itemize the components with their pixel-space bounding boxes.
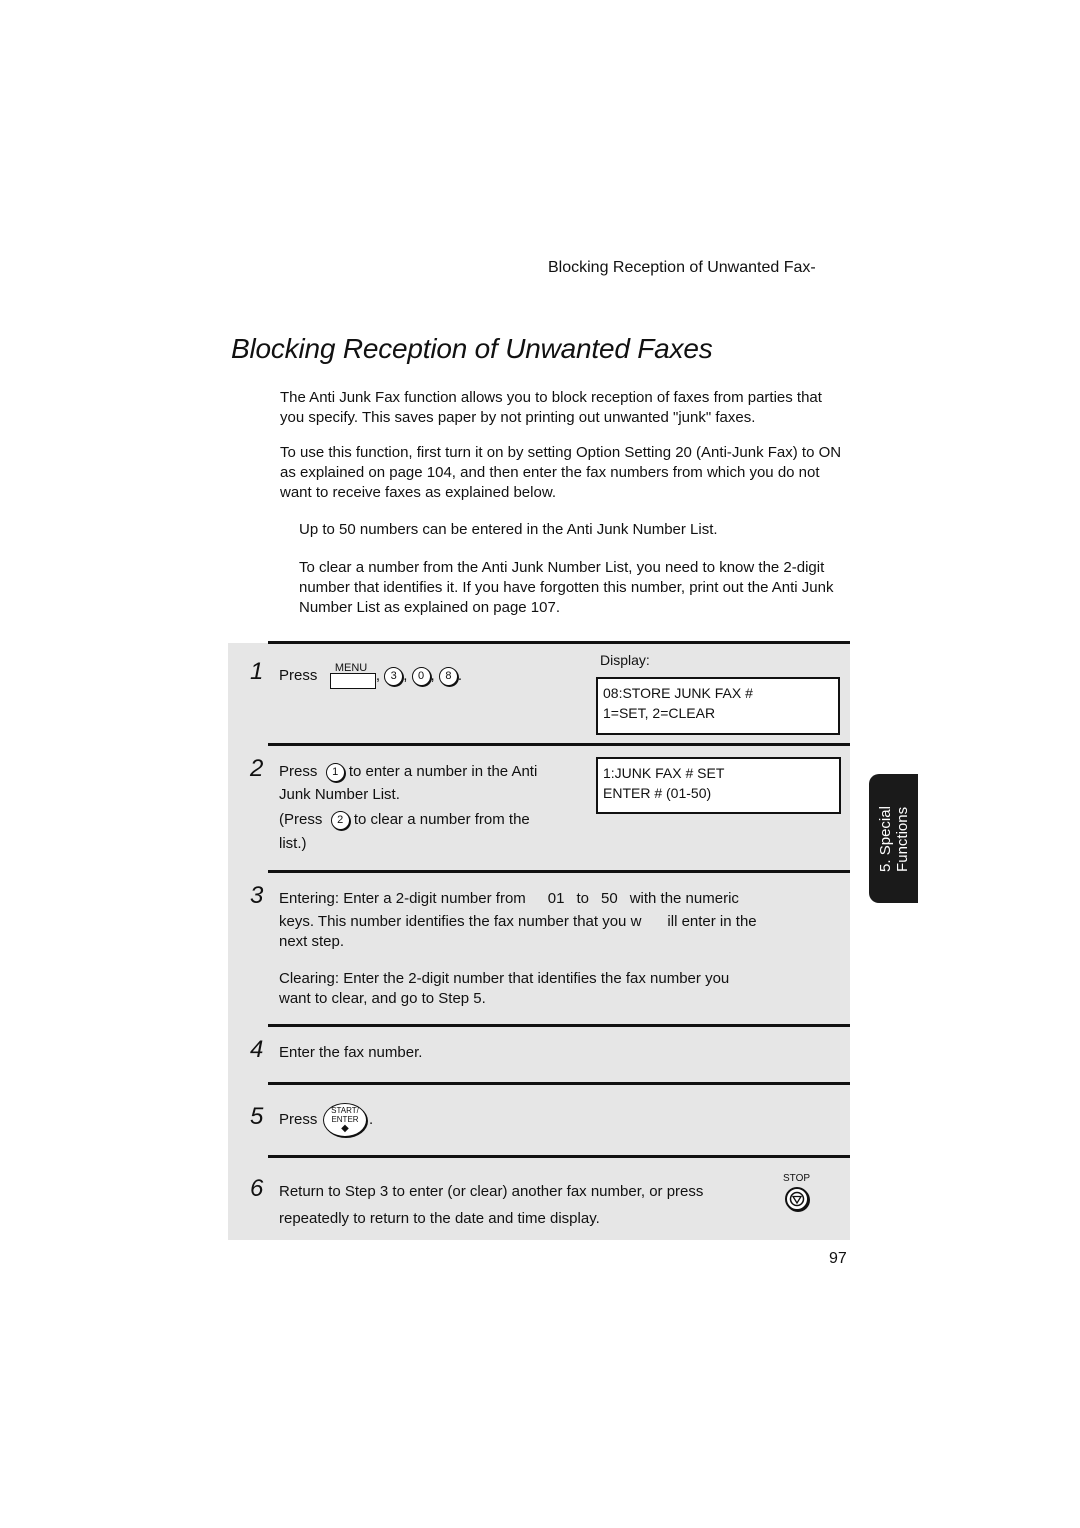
step-6-line-2: repeatedly to return to the date and tim…: [279, 1210, 600, 1227]
step-3-line-1: Entering: Enter a 2-digit number from 01 t…: [279, 888, 739, 910]
note-2: To clear a number from the Anti Junk Num…: [299, 559, 834, 616]
press-label: Press: [279, 763, 318, 780]
step-2-text-b: to clear a number from the: [353, 811, 530, 828]
step-number-3: 3: [250, 882, 264, 909]
text: with the numeric: [629, 890, 739, 907]
step-3-line-2: keys. This number identifies the fax num…: [279, 911, 757, 933]
step-3-line-3: next step.: [279, 933, 345, 950]
text: ill enter in the: [667, 913, 757, 930]
period: .: [457, 666, 463, 684]
step-3-line-4: Clearing: Enter the 2-digit number that …: [279, 970, 730, 987]
press-label: (Press: [279, 811, 323, 828]
stop-icon: [789, 1191, 805, 1207]
start-label: START/: [331, 1106, 359, 1115]
page-number: 97: [829, 1250, 847, 1267]
period: .: [369, 1111, 374, 1128]
intro-paragraph-1: The Anti Junk Fax function allows you to…: [280, 389, 822, 426]
step-2-text-a: to enter a number in the Anti: [348, 763, 538, 780]
text: Entering: Enter a 2-digit number from: [279, 890, 526, 907]
divider: [268, 1082, 850, 1085]
step-number-4: 4: [250, 1036, 264, 1063]
lcd-line-2: 1=SET, 2=CLEAR: [603, 705, 716, 721]
key-2: 2: [330, 810, 350, 830]
divider: [268, 1024, 850, 1027]
key-0: 0: [411, 666, 431, 686]
menu-key-label: MENU: [334, 662, 368, 674]
chapter-tab-label: 5. Special Functions: [877, 806, 911, 872]
separator: ,: [403, 666, 408, 684]
step-number-5: 5: [250, 1103, 264, 1130]
range-end: 50: [601, 890, 618, 907]
divider: [268, 743, 850, 746]
chapter-tab-line-1: 5. Special: [876, 805, 894, 872]
key-1: 1: [325, 762, 345, 782]
step-1-text: Press MENU, 3, 0, 8.: [279, 662, 463, 689]
stop-key: [785, 1187, 809, 1211]
step-2-line-4: list.): [279, 835, 307, 852]
step-5-press: Press: [279, 1111, 318, 1128]
step-2-line-1: Press 1 to enter a number in the Anti: [279, 761, 537, 783]
separator: ,: [430, 666, 435, 684]
step-number-6: 6: [250, 1175, 264, 1202]
step-3-line-5: want to clear, and go to Step 5.: [279, 990, 486, 1007]
key-8: 8: [438, 666, 458, 686]
menu-key: MENU: [329, 662, 376, 689]
step-4-text: Enter the fax number.: [279, 1044, 423, 1061]
text: keys. This number identifies the fax num…: [279, 913, 642, 930]
lcd-display-step-2: 1:JUNK FAX # SET ENTER # (01-50): [596, 757, 841, 814]
note-1: Up to 50 numbers can be entered in the A…: [299, 521, 718, 538]
running-head: Blocking Reception of Unwanted Fax-: [548, 259, 816, 276]
step-number-1: 1: [250, 658, 264, 685]
lcd-line-1: 1:JUNK FAX # SET: [603, 765, 725, 781]
page-title: Blocking Reception of Unwanted Faxes: [231, 333, 713, 364]
press-label: Press: [279, 666, 318, 684]
divider: [268, 641, 850, 644]
step-6-line-1: Return to Step 3 to enter (or clear) ano…: [279, 1183, 704, 1200]
intro-paragraph-2: To use this function, first turn it on b…: [280, 444, 842, 501]
start-icon: ◆: [341, 1123, 349, 1134]
range-start: 01: [547, 890, 565, 907]
key-3: 3: [384, 666, 404, 686]
display-label: Display:: [600, 652, 650, 668]
text: to: [576, 890, 589, 907]
separator: ,: [375, 666, 381, 684]
start-enter-key: START/ ENTER ◆: [323, 1103, 367, 1137]
step-number-2: 2: [250, 755, 264, 782]
lcd-display-step-1: 08:STORE JUNK FAX # 1=SET, 2=CLEAR: [596, 677, 840, 735]
chapter-tab-line-2: Functions: [893, 806, 911, 872]
step-2-line-2: Junk Number List.: [279, 786, 400, 803]
stop-label: STOP: [783, 1173, 811, 1184]
divider: [268, 870, 850, 873]
chapter-tab: 5. Special Functions: [869, 774, 918, 903]
divider: [268, 1155, 850, 1158]
steps-panel: 1 Press MENU, 3, 0, 8. Display: 08:STORE…: [228, 641, 850, 1240]
lcd-line-1: 08:STORE JUNK FAX #: [603, 685, 753, 701]
step-2-line-3: (Press 2 to clear a number from the: [279, 809, 530, 831]
lcd-line-2: ENTER # (01-50): [603, 785, 712, 801]
